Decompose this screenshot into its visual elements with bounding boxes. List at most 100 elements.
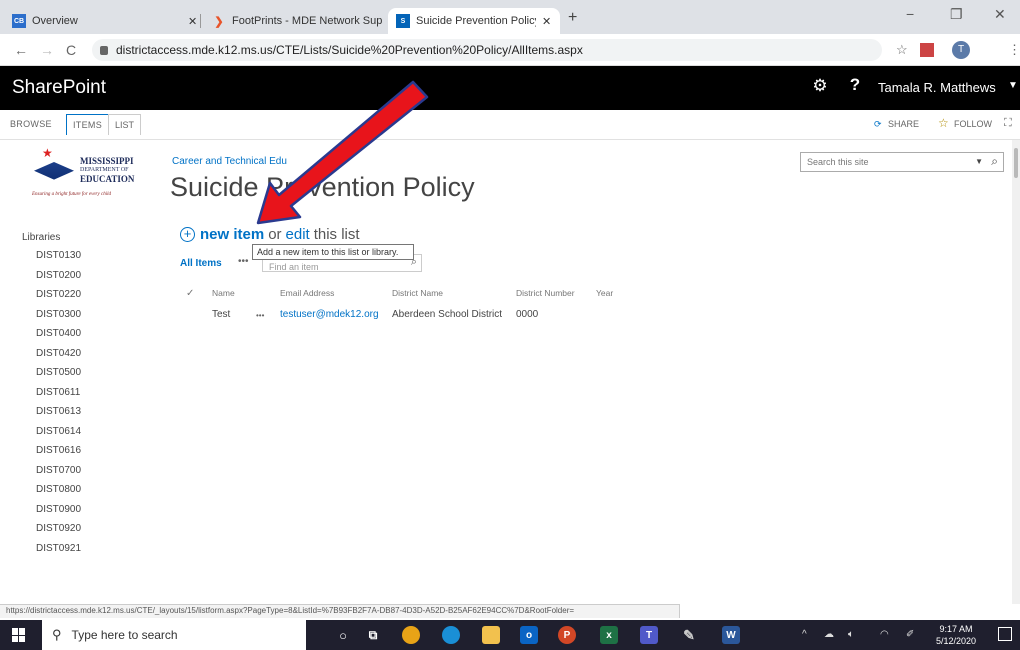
sidebar-item-dist0420[interactable]: DIST0420 (22, 348, 152, 368)
this-list-text: this list (313, 226, 360, 243)
windows-start-icon[interactable] (12, 628, 26, 642)
bookmark-star-icon[interactable]: ☆ (896, 42, 908, 58)
reload-icon[interactable]: C (66, 42, 76, 58)
profile-avatar[interactable]: T (952, 41, 970, 59)
select-all-checkmark-icon[interactable]: ✓ (186, 288, 194, 299)
tab-favicon-icon: CB (12, 14, 26, 28)
close-icon[interactable]: ✕ (188, 15, 197, 28)
edge-icon[interactable] (442, 626, 460, 644)
sidebar-item-dist0500[interactable]: DIST0500 (22, 367, 152, 387)
view-menu-icon[interactable]: ••• (238, 256, 249, 267)
mde-logo[interactable]: ★ MISSISSIPPI DEPARTMENT OF EDUCATION En… (30, 146, 142, 198)
forward-icon[interactable]: → (40, 42, 54, 58)
word-icon[interactable]: W (722, 626, 740, 644)
task-view-icon[interactable]: ⧉ (364, 626, 382, 644)
clock-time: 9:17 AM (939, 624, 973, 634)
or-text: or (268, 226, 282, 243)
nav-heading-libraries[interactable]: Libraries (22, 232, 152, 250)
gear-icon[interactable]: ⚙ (802, 76, 838, 102)
sidebar-item-dist0616[interactable]: DIST0616 (22, 445, 152, 465)
tab-list[interactable]: LIST (108, 114, 142, 135)
column-header-email[interactable]: Email Address (280, 288, 334, 298)
breadcrumb[interactable]: Career and Technical Edu (172, 156, 287, 167)
powerpoint-icon[interactable]: P (558, 626, 576, 644)
lock-icon (100, 45, 108, 55)
add-icon[interactable]: + (180, 227, 195, 242)
column-header-district-name[interactable]: District Name (392, 288, 443, 298)
focus-on-content-icon[interactable]: ⛶ (1004, 117, 1012, 130)
sidebar-item-dist0900[interactable]: DIST0900 (22, 504, 152, 524)
sidebar-item-dist0613[interactable]: DIST0613 (22, 406, 152, 426)
follow-button[interactable]: FOLLOW (954, 119, 992, 129)
help-icon[interactable]: ? (842, 75, 868, 95)
table-row-name[interactable]: Test (212, 309, 230, 320)
wifi-icon[interactable]: ◠ (880, 629, 889, 640)
scrollbar-thumb[interactable] (1014, 148, 1018, 178)
taskbar-clock[interactable]: 9:17 AM 5/12/2020 (936, 623, 976, 647)
browser-menu-icon[interactable]: ⋮ (1008, 42, 1020, 58)
sidebar-item-dist0614[interactable]: DIST0614 (22, 426, 152, 446)
sharepoint-brand[interactable]: SharePoint (12, 77, 106, 99)
sidebar-item-dist0700[interactable]: DIST0700 (22, 465, 152, 485)
page-scrollbar[interactable] (1012, 140, 1020, 604)
new-item-link[interactable]: new item (200, 226, 264, 243)
table-row-email[interactable]: testuser@mdek12.org (280, 309, 379, 320)
search-scope-dropdown-icon[interactable]: ▼ (975, 157, 983, 166)
tab-items[interactable]: ITEMS (66, 114, 110, 135)
sidebar-item-dist0300[interactable]: DIST0300 (22, 309, 152, 329)
follow-star-icon[interactable]: ☆ (938, 116, 949, 130)
sidebar-item-dist0611[interactable]: DIST0611 (22, 387, 152, 407)
file-explorer-icon[interactable] (482, 626, 500, 644)
notification-center-icon[interactable] (998, 627, 1012, 641)
tab-overview[interactable]: CB Overview ✕ (4, 8, 205, 34)
sidebar-item-dist0920[interactable]: DIST0920 (22, 523, 152, 543)
sidebar-item-dist0200[interactable]: DIST0200 (22, 270, 152, 290)
view-selector: All Items ••• (180, 256, 249, 269)
paint-icon[interactable]: ✎ (680, 626, 698, 644)
sidebar-item-dist0130[interactable]: DIST0130 (22, 250, 152, 270)
close-icon[interactable]: ✕ (542, 15, 551, 28)
pdf-extension-icon[interactable] (920, 43, 934, 57)
site-search-input[interactable]: Search this site ▼ ⌕ (800, 152, 1004, 172)
show-hidden-icons-icon[interactable]: ^ (802, 629, 807, 640)
find-placeholder: Find an item (269, 262, 319, 272)
ribbon: BROWSE ITEMS LIST ⟳ SHARE ☆ FOLLOW ⛶ (0, 110, 1020, 140)
sidebar-item-dist0800[interactable]: DIST0800 (22, 484, 152, 504)
excel-icon[interactable]: x (600, 626, 618, 644)
minimize-icon[interactable]: − (906, 6, 914, 22)
tab-browse[interactable]: BROWSE (10, 119, 52, 129)
user-name[interactable]: Tamala R. Matthews (878, 80, 996, 95)
chrome-icon[interactable] (402, 626, 420, 644)
logo-text: MISSISSIPPI (80, 156, 134, 166)
tab-footprints[interactable]: ❯ FootPrints - MDE Network Suppo ✕ (204, 8, 405, 34)
volume-icon[interactable]: 🔈︎ (848, 629, 854, 640)
url-bar[interactable]: districtaccess.mde.k12.ms.us/CTE/Lists/S… (92, 39, 882, 61)
column-header-name[interactable]: Name (212, 288, 235, 298)
tab-title: FootPrints - MDE Network Suppo (232, 15, 382, 27)
search-placeholder: Search this site (807, 157, 869, 167)
share-button[interactable]: SHARE (888, 119, 919, 129)
onedrive-icon[interactable]: ☁ (824, 629, 834, 640)
close-window-icon[interactable]: ✕ (994, 6, 1006, 23)
pen-icon[interactable]: ✐ (906, 629, 914, 640)
tab-title: Suicide Prevention Policy - All Ite (416, 15, 536, 27)
item-menu-icon[interactable]: ••• (256, 311, 264, 320)
outlook-icon[interactable]: o (520, 626, 538, 644)
sidebar-item-dist0921[interactable]: DIST0921 (22, 543, 152, 563)
new-tab-button[interactable]: + (568, 9, 577, 27)
share-icon[interactable]: ⟳ (874, 119, 882, 130)
cortana-icon[interactable]: ○ (334, 626, 352, 644)
view-all-items[interactable]: All Items (180, 258, 222, 269)
chevron-down-icon[interactable]: ▼ (1008, 80, 1018, 91)
edit-list-link[interactable]: edit (286, 226, 310, 243)
taskbar-search-input[interactable]: ⚲ Type here to search (42, 620, 306, 650)
sidebar-item-dist0220[interactable]: DIST0220 (22, 289, 152, 309)
column-header-district-number[interactable]: District Number (516, 288, 575, 298)
back-icon[interactable]: ← (14, 42, 28, 58)
tab-suicide-prevention-policy[interactable]: S Suicide Prevention Policy - All Ite ✕ (388, 8, 560, 34)
column-header-year[interactable]: Year (596, 288, 613, 298)
maximize-icon[interactable]: ❐ (950, 6, 963, 23)
search-icon[interactable]: ⌕ (991, 154, 998, 169)
teams-icon[interactable]: T (640, 626, 658, 644)
sidebar-item-dist0400[interactable]: DIST0400 (22, 328, 152, 348)
